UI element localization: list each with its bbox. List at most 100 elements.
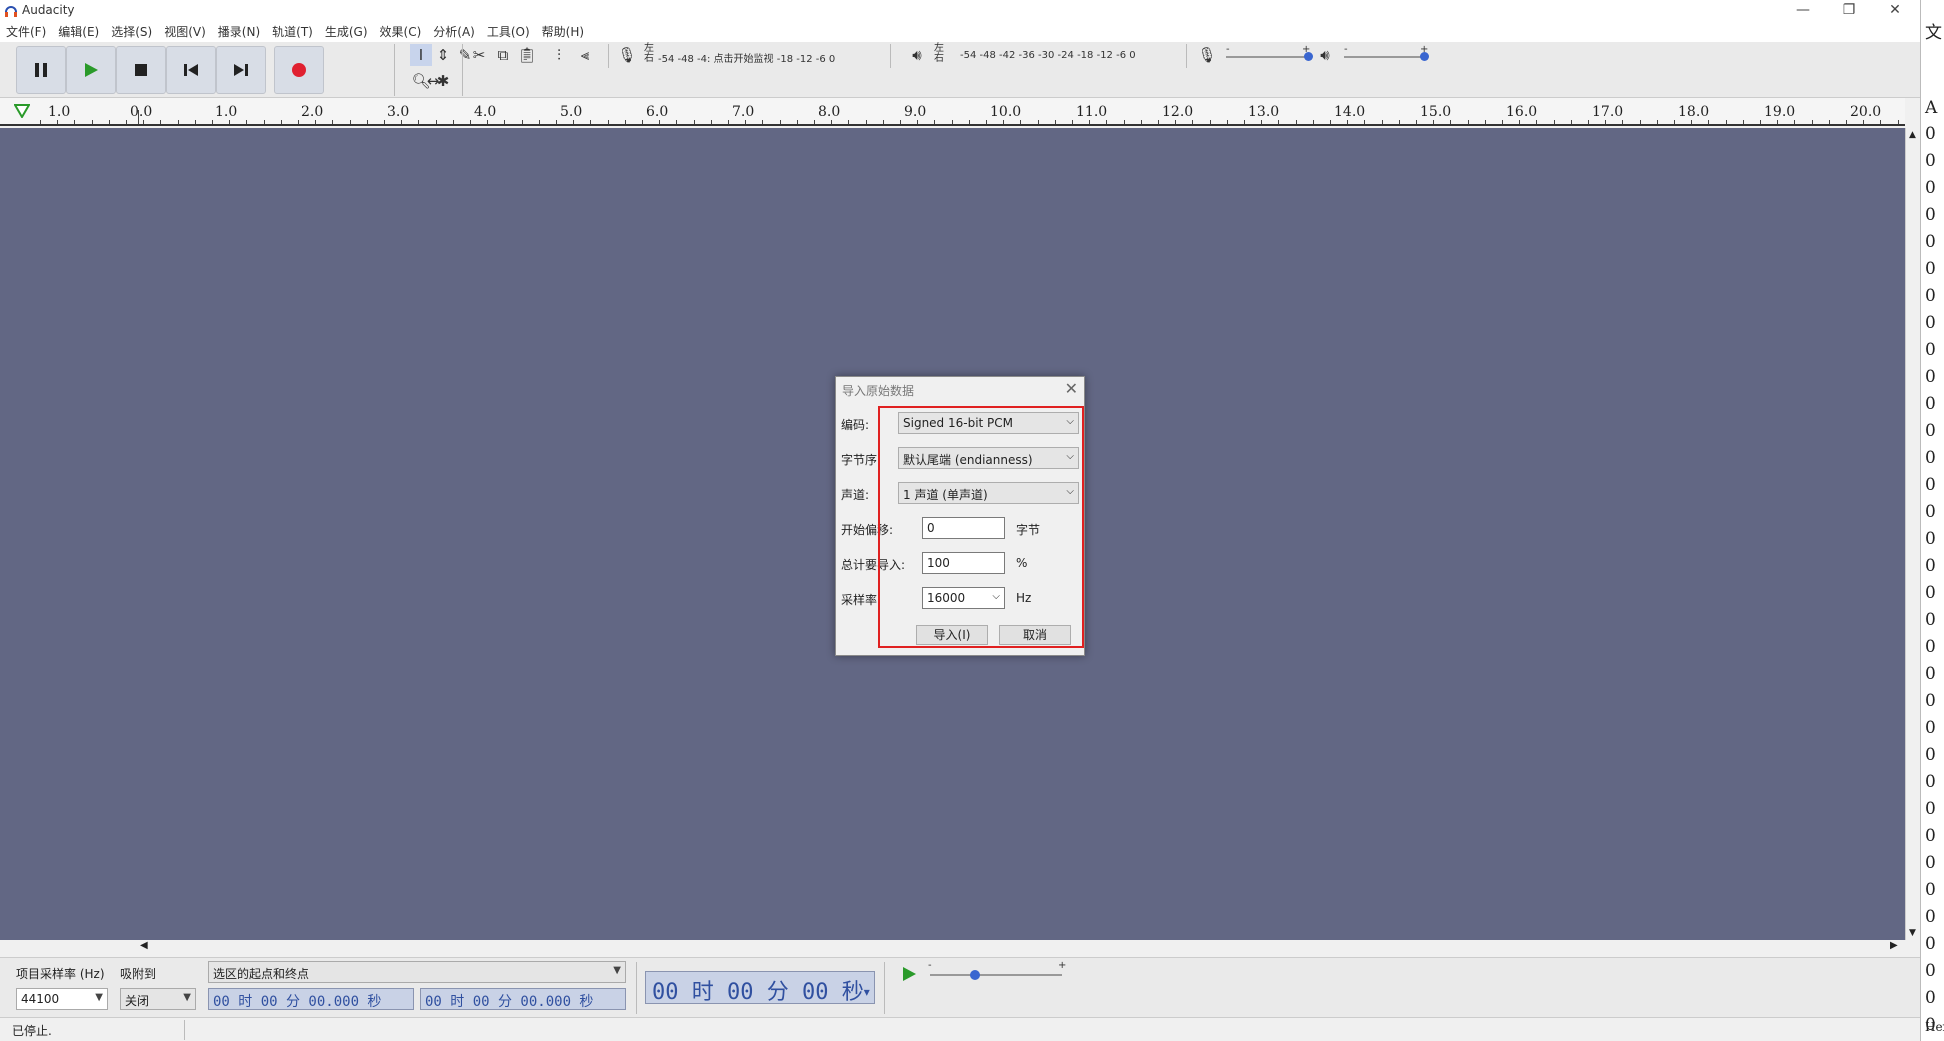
selection-start-time[interactable]: 00 时 00 分 00.000 秒 xyxy=(208,988,414,1010)
envelope-icon: ⇕ xyxy=(436,46,450,64)
selection-tool[interactable]: Ⅰ xyxy=(410,44,432,66)
ruler-tick xyxy=(745,120,746,124)
ruler-tick xyxy=(1364,120,1365,124)
play-speed-slider[interactable] xyxy=(930,974,1062,976)
menu-edit[interactable]: 编辑(E) xyxy=(52,22,105,42)
trim-button[interactable]: ⫶ xyxy=(548,44,570,66)
audio-position-display[interactable]: 00 时 00 分 00 秒▼ xyxy=(645,971,875,1005)
ruler-tick xyxy=(866,120,867,124)
selection-mode-combo[interactable]: 选区的起点和终点 ▼ xyxy=(208,961,626,983)
ruler-tick xyxy=(676,120,677,124)
strip-digit: 0 xyxy=(1925,313,1936,333)
ruler-tick xyxy=(1708,120,1709,124)
speed-min-label: - xyxy=(928,960,932,971)
ruler-tick xyxy=(1812,120,1813,124)
menu-help[interactable]: 帮助(H) xyxy=(536,22,590,42)
chevron-down-icon: ▼ xyxy=(863,987,870,999)
strip-digit: 0 xyxy=(1925,988,1936,1008)
ruler-tick xyxy=(1485,120,1486,124)
recording-volume-icon-box: 🎙︎ xyxy=(1196,44,1218,66)
skip-start-button[interactable] xyxy=(166,46,216,94)
ruler-tick xyxy=(1089,120,1090,124)
encoding-label: 编码: xyxy=(841,418,870,432)
ruler-tick xyxy=(1055,120,1056,124)
playback-meter-scale[interactable]: -54 -48 -42 -36 -30 -24 -18 -12 -6 0 xyxy=(960,50,1136,61)
ruler-label: 20.0 xyxy=(1850,104,1882,120)
timeline-ruler[interactable]: 1.0 0.0 1.0 2.0 3.0 4.0 5.0 6.0 7.0 8.0 9.0 10.0 11.… xyxy=(0,98,1905,126)
scroll-down-icon[interactable]: ▼ xyxy=(1909,928,1916,938)
paste-button[interactable]: 📋︎ xyxy=(516,44,538,66)
snap-to-combo[interactable]: 关闭 ▼ xyxy=(120,988,196,1010)
ruler-tick xyxy=(367,120,368,124)
time-shift-tool[interactable]: ↔ xyxy=(422,70,444,92)
menu-view[interactable]: 视图(V) xyxy=(158,22,212,42)
ruler-tick xyxy=(1020,120,1021,124)
silence-button[interactable]: ⫷ xyxy=(574,44,596,66)
play-speed-thumb[interactable] xyxy=(970,970,980,980)
status-bar: 已停止. xyxy=(0,1017,1920,1041)
strip-digit: 0 xyxy=(1925,664,1936,684)
ruler-label: 7.0 xyxy=(732,104,755,120)
ruler-tick xyxy=(470,120,471,124)
ruler-tick xyxy=(1605,120,1606,124)
ruler-label: 18.0 xyxy=(1678,104,1710,120)
copy-button[interactable]: ⧉ xyxy=(492,44,514,66)
skip-end-button[interactable] xyxy=(216,46,266,94)
toolbar-separator xyxy=(884,962,885,1014)
microphone-icon: 🎙︎ xyxy=(1197,46,1217,64)
envelope-tool[interactable]: ⇕ xyxy=(432,44,454,66)
toolbar-area: Ⅰ ⇕ ✱ 🔍︎ ↔ ✎ ✂ ⧉ 📋︎ ⫶ ⫷ 🎙︎ 左 右 -54 -48 -… xyxy=(0,42,1920,98)
selection-end-time[interactable]: 00 时 00 分 00.000 秒 xyxy=(420,988,626,1010)
playback-meter-button[interactable]: 🔊︎ xyxy=(906,44,928,66)
menu-analyze[interactable]: 分析(A) xyxy=(427,22,481,42)
ruler-tick xyxy=(608,120,609,124)
dialog-close-button[interactable]: ✕ xyxy=(1065,379,1078,398)
pause-button[interactable] xyxy=(16,46,66,94)
vertical-scrollbar[interactable]: ▲ ▼ xyxy=(1905,128,1920,940)
strip-digit: 0 xyxy=(1925,448,1936,468)
scroll-right-icon[interactable]: ▶ xyxy=(1890,940,1898,951)
menu-transport[interactable]: 播录(N) xyxy=(212,22,266,42)
playback-volume-thumb[interactable] xyxy=(1420,52,1429,61)
menu-generate[interactable]: 生成(G) xyxy=(319,22,374,42)
stop-button[interactable] xyxy=(116,46,166,94)
play-button[interactable] xyxy=(66,46,116,94)
record-meter-scale[interactable]: -54 -48 -4: 点击开始监视 -18 -12 -6 0 xyxy=(658,50,835,65)
ruler-tick xyxy=(1777,120,1778,124)
ruler-tick xyxy=(1278,120,1279,124)
ruler-tick xyxy=(160,120,161,124)
record-button[interactable] xyxy=(274,46,324,94)
restore-button[interactable]: ❐ xyxy=(1826,0,1872,22)
close-button[interactable]: ✕ xyxy=(1872,0,1918,22)
menu-tracks[interactable]: 轨道(T) xyxy=(266,22,319,42)
cut-button[interactable]: ✂ xyxy=(468,44,490,66)
skip-end-icon xyxy=(234,64,248,76)
menu-file[interactable]: 文件(F) xyxy=(0,22,52,42)
play-at-speed-button[interactable] xyxy=(898,963,920,985)
playback-volume-slider[interactable] xyxy=(1344,56,1424,58)
horizontal-scrollbar[interactable]: ◀ ▶ xyxy=(0,940,1905,955)
ruler-tick xyxy=(298,120,299,124)
play-head-triangle-icon[interactable] xyxy=(14,104,30,118)
project-rate-label: 项目采样率 (Hz) xyxy=(16,967,105,981)
menu-select[interactable]: 选择(S) xyxy=(105,22,158,42)
ruler-tick xyxy=(1726,120,1727,124)
ruler-tick xyxy=(848,120,849,124)
scroll-left-icon[interactable]: ◀ xyxy=(140,940,148,951)
snap-to-label: 吸附到 xyxy=(120,967,157,981)
ruler-tick xyxy=(573,120,574,124)
audacity-logo-icon xyxy=(5,6,17,17)
recording-volume-slider[interactable] xyxy=(1226,56,1306,58)
menu-tools[interactable]: 工具(O) xyxy=(481,22,536,42)
minimize-button[interactable]: — xyxy=(1780,0,1826,22)
record-meter-button[interactable]: 🎙︎ xyxy=(616,44,638,66)
project-rate-combo[interactable]: 44100 ▼ xyxy=(16,988,108,1010)
scroll-up-icon[interactable]: ▲ xyxy=(1909,130,1916,140)
ruler-tick xyxy=(1519,120,1520,124)
dialog-title: 导入原始数据 xyxy=(842,384,915,398)
menu-effect[interactable]: 效果(C) xyxy=(374,22,428,42)
ruler-label: 0.0 xyxy=(130,104,153,120)
ruler-label: 9.0 xyxy=(904,104,927,120)
ruler-tick xyxy=(1880,120,1881,124)
recording-volume-thumb[interactable] xyxy=(1304,52,1313,61)
